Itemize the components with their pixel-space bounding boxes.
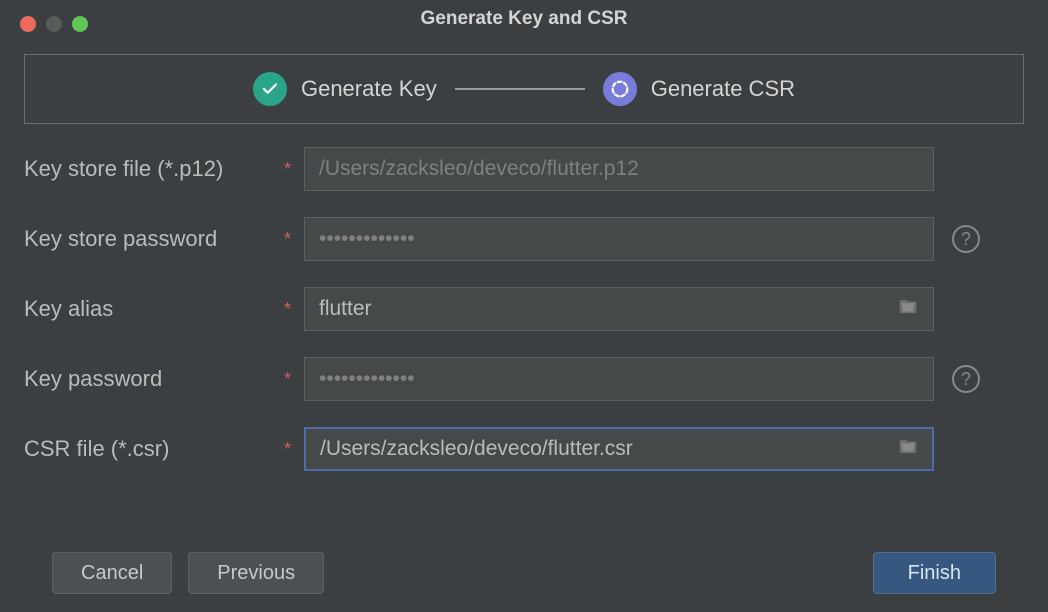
wizard-stepper: Generate Key Generate CSR bbox=[24, 54, 1024, 124]
input-wrap bbox=[304, 147, 934, 191]
progress-circle-icon bbox=[603, 72, 637, 106]
content-area: Generate Key Generate CSR Key store file… bbox=[0, 38, 1048, 472]
key-password-input[interactable] bbox=[304, 357, 934, 401]
required-marker: * bbox=[284, 369, 304, 390]
input-wrap bbox=[304, 427, 934, 471]
row-key-password: Key password * ? bbox=[24, 356, 1024, 402]
close-window-button[interactable] bbox=[20, 16, 36, 32]
label-csr-file: CSR file (*.csr) bbox=[24, 436, 284, 462]
csr-file-input[interactable] bbox=[304, 427, 934, 471]
maximize-window-button[interactable] bbox=[72, 16, 88, 32]
previous-button[interactable]: Previous bbox=[188, 552, 324, 594]
help-icon[interactable]: ? bbox=[952, 225, 980, 253]
label-keystore-file: Key store file (*.p12) bbox=[24, 156, 284, 182]
form: Key store file (*.p12) * Key store passw… bbox=[24, 146, 1024, 472]
help-icon[interactable]: ? bbox=[952, 365, 980, 393]
label-key-alias: Key alias bbox=[24, 296, 284, 322]
row-keystore-password: Key store password * ? bbox=[24, 216, 1024, 262]
required-marker: * bbox=[284, 159, 304, 180]
row-keystore-file: Key store file (*.p12) * bbox=[24, 146, 1024, 192]
step-divider bbox=[455, 88, 585, 90]
input-wrap bbox=[304, 217, 934, 261]
label-key-password: Key password bbox=[24, 366, 284, 392]
input-wrap bbox=[304, 357, 934, 401]
key-alias-input[interactable] bbox=[304, 287, 934, 331]
keystore-file-input[interactable] bbox=[304, 147, 934, 191]
titlebar: Generate Key and CSR bbox=[0, 0, 1048, 38]
row-csr-file: CSR file (*.csr) * bbox=[24, 426, 1024, 472]
cancel-button[interactable]: Cancel bbox=[52, 552, 172, 594]
finish-button[interactable]: Finish bbox=[873, 552, 996, 594]
step-generate-key: Generate Key bbox=[253, 72, 437, 106]
row-key-alias: Key alias * bbox=[24, 286, 1024, 332]
input-wrap bbox=[304, 287, 934, 331]
folder-icon[interactable] bbox=[896, 437, 920, 462]
label-keystore-password: Key store password bbox=[24, 226, 284, 252]
required-marker: * bbox=[284, 299, 304, 320]
step-label: Generate CSR bbox=[651, 76, 795, 102]
required-marker: * bbox=[284, 439, 304, 460]
step-label: Generate Key bbox=[301, 76, 437, 102]
required-marker: * bbox=[284, 229, 304, 250]
footer-buttons: Cancel Previous Finish bbox=[28, 552, 1020, 594]
window-title: Generate Key and CSR bbox=[16, 8, 1032, 30]
minimize-window-button[interactable] bbox=[46, 16, 62, 32]
step-generate-csr: Generate CSR bbox=[603, 72, 795, 106]
folder-icon[interactable] bbox=[896, 297, 920, 322]
keystore-password-input[interactable] bbox=[304, 217, 934, 261]
window-controls bbox=[20, 16, 88, 32]
check-icon bbox=[253, 72, 287, 106]
